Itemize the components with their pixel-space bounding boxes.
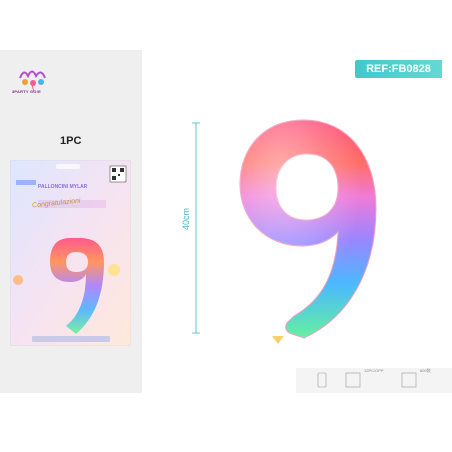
brand-name: 3PARTY GO!E [12,89,41,94]
carton-count: 600袋 [420,368,431,373]
ref-badge: REF:FB0828 [355,60,442,78]
pack-count: 12PC/OPP [364,368,384,373]
dimension-line [192,122,200,334]
balloon-9 [239,119,377,344]
package-title: PALLONCINI MYLAR [38,184,88,190]
quantity-label: 1PC [60,135,82,147]
size-label: 40cm [181,207,191,230]
